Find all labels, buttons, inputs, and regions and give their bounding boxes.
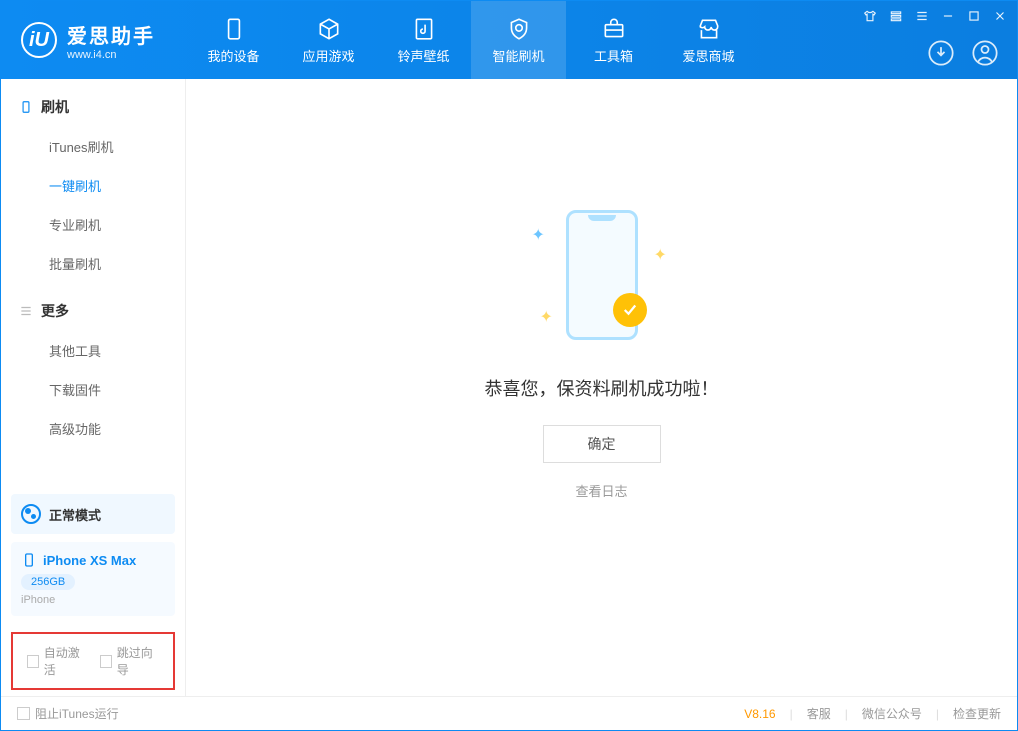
title-actions: [927, 39, 999, 67]
footer-link-update[interactable]: 检查更新: [953, 705, 1001, 722]
menu-icon[interactable]: [889, 9, 903, 23]
sidebar-item-other-tools[interactable]: 其他工具: [1, 331, 185, 370]
logo-icon: iU: [21, 22, 57, 58]
device-type: iPhone: [21, 594, 165, 606]
cube-icon: [316, 16, 342, 42]
device-name: iPhone XS Max: [43, 553, 136, 568]
nav-tabs: 我的设备 应用游戏 铃声壁纸 智能刷机 工具箱 爱思商城: [186, 1, 756, 79]
checkbox-block-itunes[interactable]: 阻止iTunes运行: [17, 705, 119, 722]
maximize-icon[interactable]: [967, 9, 981, 23]
phone-outline-icon: [21, 552, 37, 568]
version-label: V8.16: [744, 707, 775, 721]
checkbox-box-icon: [100, 655, 112, 668]
sidebar-item-batch-flash[interactable]: 批量刷机: [1, 244, 185, 283]
shirt-icon[interactable]: [863, 9, 877, 23]
success-illustration: ✦ ✦ ✦: [512, 195, 692, 355]
checkbox-auto-activate[interactable]: 自动激活: [27, 644, 86, 678]
sidebar-group-more: 更多 其他工具 下载固件 高级功能: [1, 283, 185, 448]
sidebar-item-download-firmware[interactable]: 下载固件: [1, 370, 185, 409]
tab-apps-games[interactable]: 应用游戏: [281, 1, 376, 79]
window-controls: [863, 9, 1007, 23]
app-window: iU 爱思助手 www.i4.cn 我的设备 应用游戏 铃声壁纸 智能刷机: [0, 0, 1018, 731]
device-mode-label: 正常模式: [49, 505, 101, 524]
shield-icon: [506, 16, 532, 42]
footer-link-support[interactable]: 客服: [807, 705, 831, 722]
tab-my-device[interactable]: 我的设备: [186, 1, 281, 79]
titlebar: iU 爱思助手 www.i4.cn 我的设备 应用游戏 铃声壁纸 智能刷机: [1, 1, 1017, 79]
download-icon[interactable]: [927, 39, 955, 67]
list-small-icon: [19, 304, 33, 318]
sidebar-item-advanced[interactable]: 高级功能: [1, 409, 185, 448]
sidebar-group-flash: 刷机 iTunes刷机 一键刷机 专业刷机 批量刷机: [1, 79, 185, 283]
device-mode-box[interactable]: 正常模式: [11, 494, 175, 534]
checkbox-row-highlighted: 自动激活 跳过向导: [11, 632, 175, 690]
device-icon: [221, 16, 247, 42]
body-area: 刷机 iTunes刷机 一键刷机 专业刷机 批量刷机 更多 其他工具 下载固件 …: [1, 79, 1017, 696]
sparkle-icon: ✦: [540, 307, 548, 315]
ok-button[interactable]: 确定: [543, 425, 661, 463]
toolbox-icon: [601, 16, 627, 42]
check-badge-icon: [613, 293, 647, 327]
sidebar-item-oneclick-flash[interactable]: 一键刷机: [1, 166, 185, 205]
minimize-icon[interactable]: [941, 9, 955, 23]
success-message: 恭喜您，保资料刷机成功啦！: [485, 375, 719, 401]
checkbox-skip-wizard[interactable]: 跳过向导: [100, 644, 159, 678]
group-title-more: 更多: [1, 301, 185, 331]
footer: 阻止iTunes运行 V8.16 | 客服 | 微信公众号 | 检查更新: [1, 696, 1017, 730]
sidebar-item-itunes-flash[interactable]: iTunes刷机: [1, 127, 185, 166]
view-log-link[interactable]: 查看日志: [575, 481, 627, 500]
group-title-flash: 刷机: [1, 97, 185, 127]
device-info-box[interactable]: iPhone XS Max 256GB iPhone: [11, 542, 175, 616]
footer-link-wechat[interactable]: 微信公众号: [862, 705, 922, 722]
sidebar: 刷机 iTunes刷机 一键刷机 专业刷机 批量刷机 更多 其他工具 下载固件 …: [1, 79, 186, 696]
app-domain: www.i4.cn: [67, 49, 155, 61]
device-storage: 256GB: [21, 574, 75, 590]
phone-small-icon: [19, 100, 33, 114]
sparkle-icon: ✦: [532, 225, 540, 233]
close-icon[interactable]: [993, 9, 1007, 23]
sidebar-item-pro-flash[interactable]: 专业刷机: [1, 205, 185, 244]
store-icon: [696, 16, 722, 42]
app-name: 爱思助手: [67, 20, 155, 49]
user-icon[interactable]: [971, 39, 999, 67]
tab-smart-flash[interactable]: 智能刷机: [471, 1, 566, 79]
tab-store[interactable]: 爱思商城: [661, 1, 756, 79]
checkbox-box-icon: [27, 655, 39, 668]
mode-icon: [21, 504, 41, 524]
content-area: ✦ ✦ ✦ 恭喜您，保资料刷机成功啦！ 确定 查看日志: [186, 79, 1017, 696]
music-file-icon: [411, 16, 437, 42]
checkbox-box-icon: [17, 707, 30, 720]
tab-toolbox[interactable]: 工具箱: [566, 1, 661, 79]
list-icon[interactable]: [915, 9, 929, 23]
logo-area: iU 爱思助手 www.i4.cn: [1, 1, 186, 79]
sparkle-icon: ✦: [654, 245, 662, 253]
tab-ringtones[interactable]: 铃声壁纸: [376, 1, 471, 79]
